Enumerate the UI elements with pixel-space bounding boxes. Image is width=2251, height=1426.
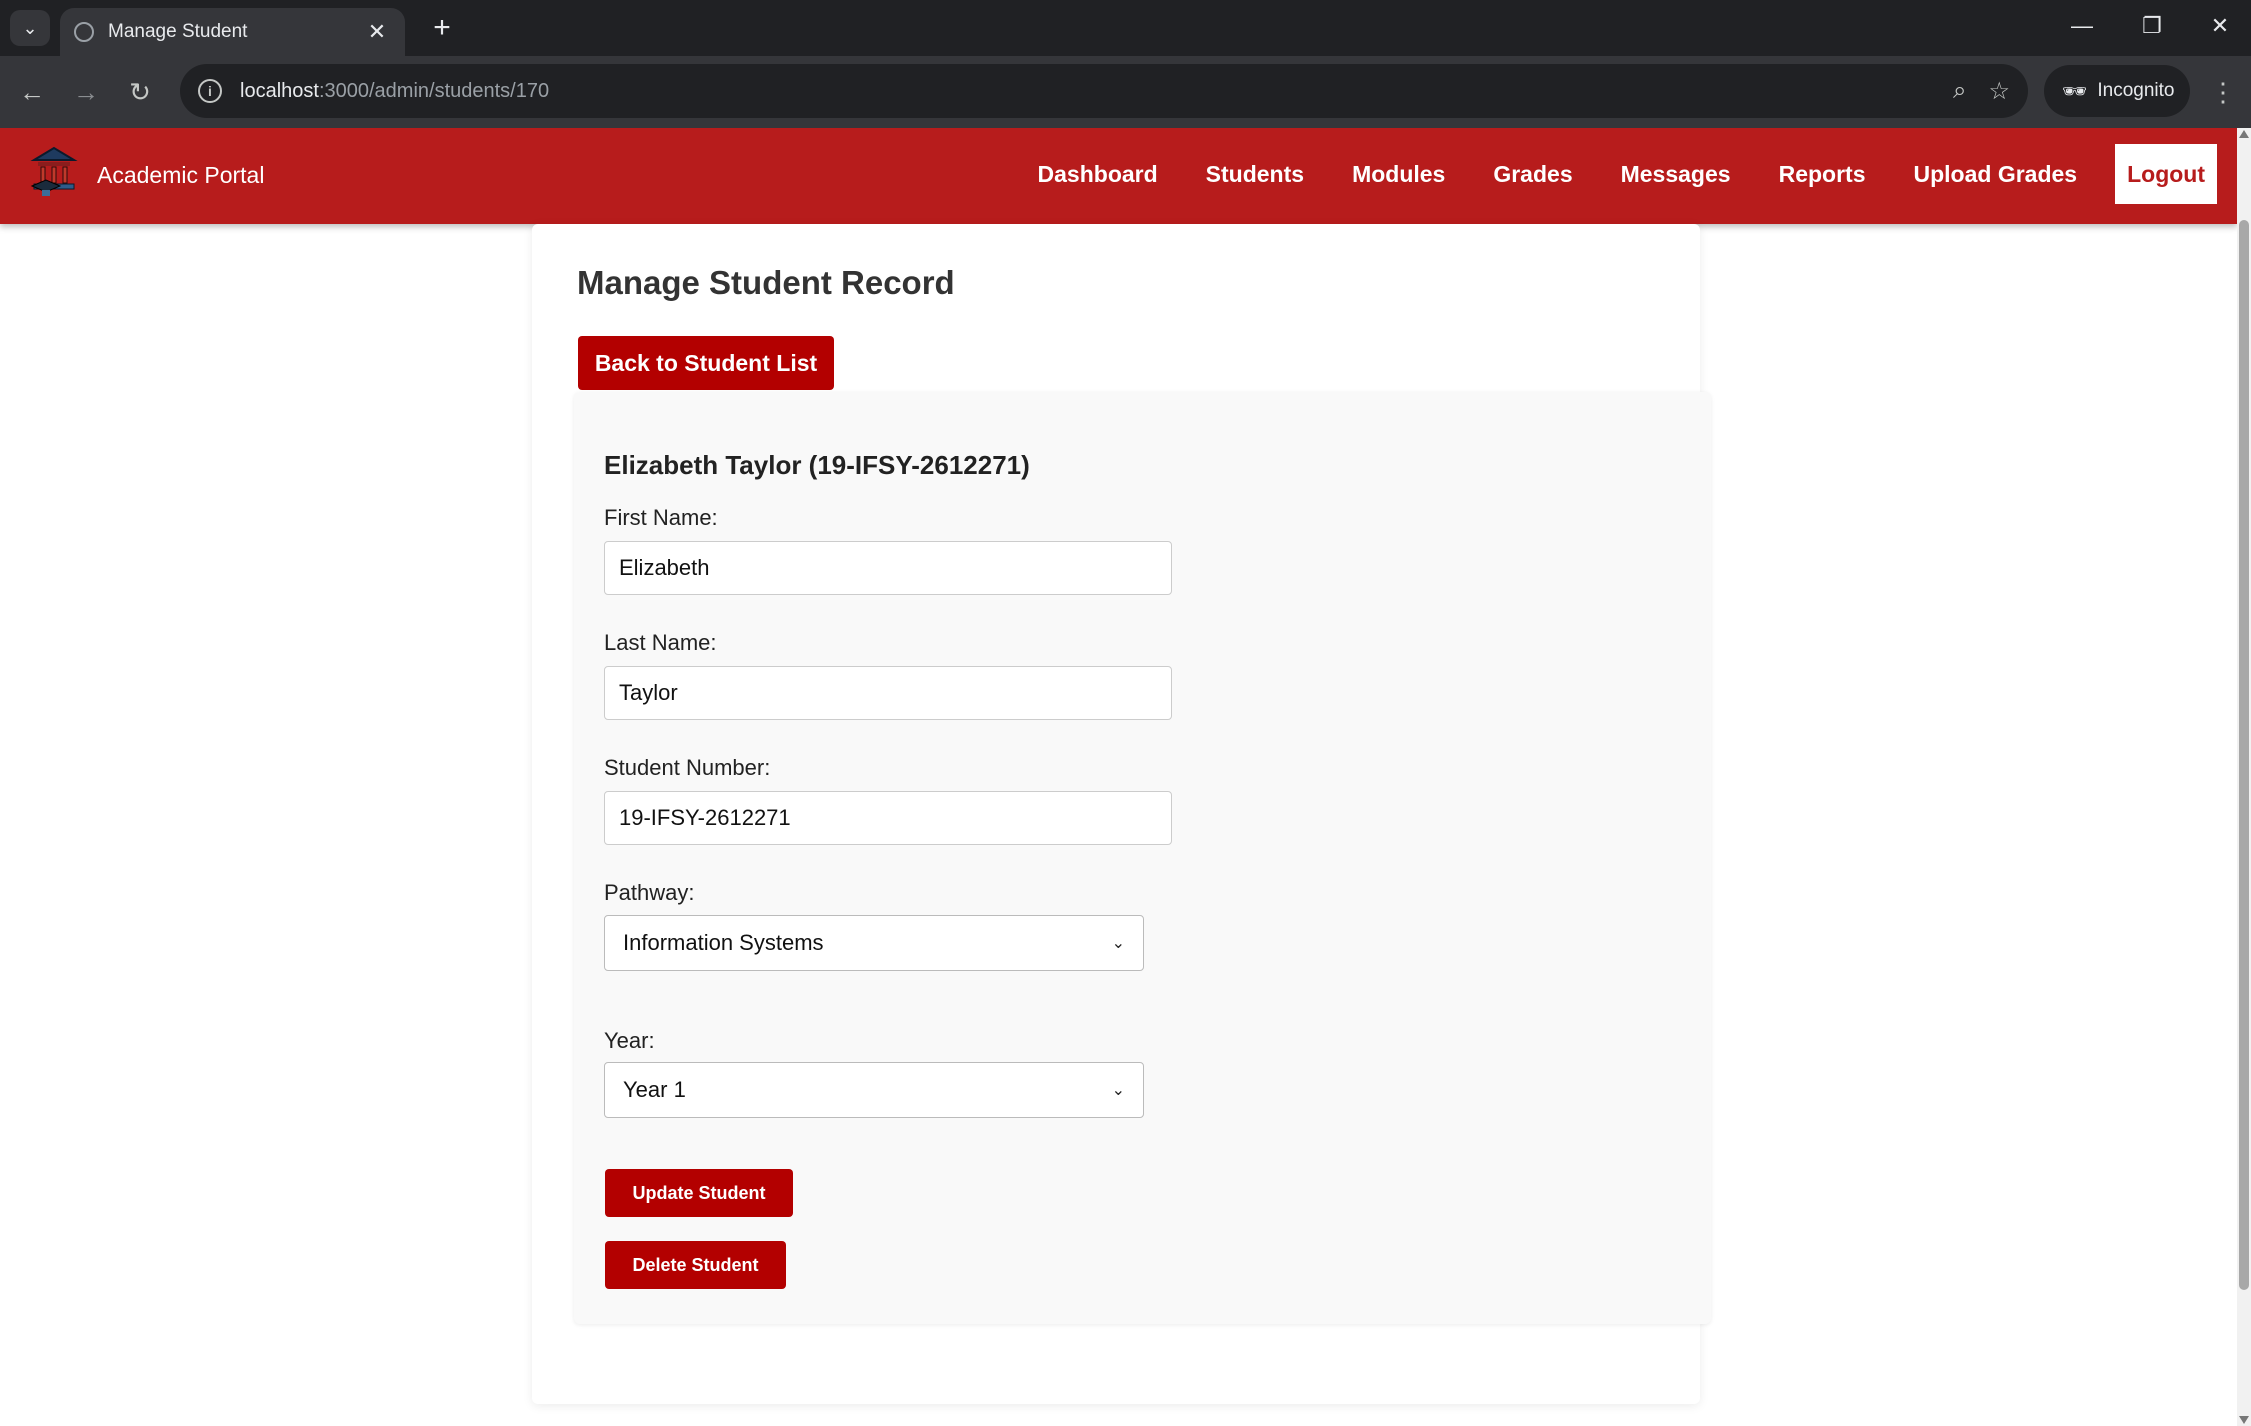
page-scrollbar[interactable] <box>2237 128 2251 1426</box>
year-label: Year: <box>604 1028 655 1053</box>
logout-button[interactable]: Logout <box>2115 144 2217 204</box>
student-number-value: 19-IFSY-2612271 <box>619 805 791 830</box>
app-navbar: Academic Portal Dashboard Students Modul… <box>0 128 2237 224</box>
last-name-label: Last Name: <box>604 630 717 655</box>
student-form-card: Elizabeth Taylor (19-IFSY-2612271) First… <box>574 392 1711 1324</box>
chevron-down-icon: ⌄ <box>1111 1082 1125 1099</box>
forward-arrow-icon[interactable]: → <box>64 70 108 114</box>
close-tab-icon[interactable]: ✕ <box>363 19 391 45</box>
year-select[interactable]: Year 1 ⌄ <box>604 1062 1144 1118</box>
browser-tab-bar: ⌄ Manage Student ✕ + — ❐ ✕ <box>0 0 2251 56</box>
url-text[interactable]: localhost:3000/admin/students/170 <box>240 80 1931 103</box>
browser-tab[interactable]: Manage Student ✕ <box>60 8 405 56</box>
last-name-value: Taylor <box>619 680 678 705</box>
restore-icon[interactable]: ❐ <box>2122 6 2182 46</box>
url-host: localhost <box>240 79 319 102</box>
address-bar[interactable]: i localhost:3000/admin/students/170 ⌕ ☆ <box>180 64 2028 118</box>
browser-toolbar: ← → ↻ i localhost:3000/admin/students/17… <box>0 56 2251 128</box>
incognito-label: Incognito <box>2097 80 2175 101</box>
pathway-label: Pathway: <box>604 880 695 905</box>
scroll-down-arrow-icon[interactable] <box>2239 1416 2249 1424</box>
year-selected: Year 1 <box>623 1077 686 1102</box>
nav-messages[interactable]: Messages <box>1621 161 1731 188</box>
close-window-icon[interactable]: ✕ <box>2190 6 2250 46</box>
last-name-input[interactable]: Taylor <box>604 666 1172 720</box>
page-title: Manage Student Record <box>577 264 955 301</box>
chevron-down-icon: ⌄ <box>1111 935 1125 952</box>
page-viewport: Academic Portal Dashboard Students Modul… <box>0 128 2251 1426</box>
incognito-badge[interactable]: 🕶 Incognito <box>2044 65 2190 117</box>
minimize-icon[interactable]: — <box>2052 6 2112 46</box>
brand-name[interactable]: Academic Portal <box>97 162 264 189</box>
nav-grades[interactable]: Grades <box>1493 161 1572 188</box>
student-number-input[interactable]: 19-IFSY-2612271 <box>604 791 1172 845</box>
tab-title: Manage Student <box>108 21 248 42</box>
student-heading: Elizabeth Taylor (19-IFSY-2612271) <box>604 450 1030 480</box>
tab-search-dropdown-icon[interactable]: ⌄ <box>10 10 50 46</box>
main-nav: Dashboard Students Modules Grades Messag… <box>990 144 2217 204</box>
pathway-select[interactable]: Information Systems ⌄ <box>604 915 1144 971</box>
zoom-icon[interactable]: ⌕ <box>1953 77 1966 105</box>
back-to-student-list-button[interactable]: Back to Student List <box>578 336 834 390</box>
scroll-thumb[interactable] <box>2239 220 2249 1290</box>
main-container: Manage Student Record Back to Student Li… <box>532 224 1711 1404</box>
nav-modules[interactable]: Modules <box>1352 161 1445 188</box>
scroll-up-arrow-icon[interactable] <box>2239 130 2249 138</box>
delete-student-button[interactable]: Delete Student <box>605 1241 786 1289</box>
incognito-icon: 🕶 <box>2062 80 2088 103</box>
new-tab-icon[interactable]: + <box>424 10 460 46</box>
first-name-value: Elizabeth <box>619 555 710 580</box>
url-path: :3000/admin/students/170 <box>318 79 550 102</box>
nav-dashboard[interactable]: Dashboard <box>1038 161 1158 188</box>
nav-students[interactable]: Students <box>1206 161 1304 188</box>
bookmark-star-icon[interactable]: ☆ <box>1988 77 2010 106</box>
update-student-button[interactable]: Update Student <box>605 1169 793 1217</box>
first-name-input[interactable]: Elizabeth <box>604 541 1172 595</box>
site-info-icon[interactable]: i <box>198 79 222 103</box>
globe-icon <box>74 22 94 42</box>
nav-reports[interactable]: Reports <box>1779 161 1866 188</box>
academic-building-logo-icon <box>30 146 78 196</box>
pathway-selected: Information Systems <box>623 930 824 955</box>
student-number-label: Student Number: <box>604 755 771 780</box>
reload-icon[interactable]: ↻ <box>118 70 162 114</box>
nav-upload-grades[interactable]: Upload Grades <box>1913 161 2077 188</box>
browser-menu-icon[interactable]: ⋮ <box>2206 70 2240 114</box>
back-arrow-icon[interactable]: ← <box>10 70 54 114</box>
first-name-label: First Name: <box>604 505 718 530</box>
